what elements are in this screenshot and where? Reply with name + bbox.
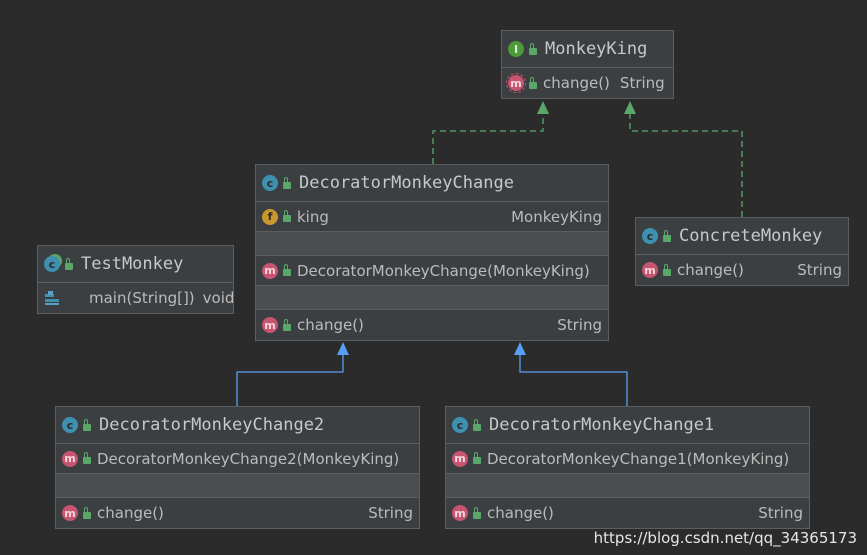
public-lock-icon <box>283 264 291 276</box>
method-type: String <box>758 504 803 522</box>
node-decorator-monkey-change[interactable]: c DecoratorMonkeyChange f king MonkeyKin… <box>255 164 609 341</box>
method-type: void <box>202 289 235 307</box>
extends-edge-decorator1 <box>514 342 628 406</box>
method-icon: m <box>452 450 468 467</box>
method-name: change() <box>677 261 744 279</box>
public-lock-icon <box>473 452 481 464</box>
field-row[interactable]: f king MonkeyKing <box>256 202 608 232</box>
static-method-icon <box>44 290 60 306</box>
empty-section <box>446 474 809 498</box>
constructor-name: DecoratorMonkeyChange(MonkeyKing) <box>297 261 590 280</box>
node-title: DecoratorMonkeyChange <box>299 173 514 193</box>
public-lock-icon <box>83 452 91 464</box>
node-title: DecoratorMonkeyChange1 <box>489 415 715 435</box>
class-icon: c <box>62 417 78 433</box>
method-row[interactable]: m change() String <box>56 498 419 528</box>
node-title: ConcreteMonkey <box>679 226 823 246</box>
public-lock-icon <box>663 263 671 276</box>
node-monkey-king[interactable]: I MonkeyKing m change() String <box>501 30 674 99</box>
method-type: String <box>797 261 842 279</box>
node-header: c DecoratorMonkeyChange1 <box>446 407 809 444</box>
public-lock-icon <box>473 506 481 519</box>
method-icon: m <box>62 450 78 467</box>
node-header: c TestMonkey <box>38 246 233 283</box>
public-lock-icon <box>529 42 537 55</box>
public-lock-icon <box>83 506 91 519</box>
watermark-text: https://blog.csdn.net/qq_34365173 <box>593 529 857 547</box>
constructor-row[interactable]: m DecoratorMonkeyChange2(MonkeyKing) <box>56 444 419 474</box>
method-name: main(String[]) <box>89 289 195 307</box>
private-lock-icon <box>283 210 291 222</box>
implements-edge-concrete <box>624 101 743 217</box>
method-icon: m <box>262 262 278 279</box>
node-header: c ConcreteMonkey <box>636 218 848 255</box>
abstract-method-icon: m <box>506 73 526 93</box>
class-icon: c <box>452 417 468 433</box>
node-concrete-monkey[interactable]: c ConcreteMonkey m change() String <box>635 217 849 286</box>
field-name: king <box>297 207 329 226</box>
method-icon: m <box>62 505 78 521</box>
constructor-name: DecoratorMonkeyChange2(MonkeyKing) <box>97 449 400 468</box>
node-title: MonkeyKing <box>545 39 648 59</box>
method-icon: m <box>262 317 278 333</box>
empty-section <box>56 474 419 498</box>
class-icon: c <box>262 175 278 191</box>
constructor-row[interactable]: m DecoratorMonkeyChange1(MonkeyKing) <box>446 444 809 474</box>
interface-icon: I <box>508 41 524 57</box>
method-row[interactable]: m change() String <box>636 255 848 285</box>
node-title: DecoratorMonkeyChange2 <box>99 415 325 435</box>
field-type: MonkeyKing <box>511 207 602 226</box>
node-test-monkey[interactable]: c TestMonkey main(String[]) void <box>37 245 234 314</box>
constructor-row[interactable]: m DecoratorMonkeyChange(MonkeyKing) <box>256 256 608 286</box>
node-title: TestMonkey <box>81 254 184 274</box>
public-lock-icon <box>663 229 671 242</box>
public-lock-icon <box>83 418 91 431</box>
node-decorator-monkey-change2[interactable]: c DecoratorMonkeyChange2 m DecoratorMonk… <box>55 406 420 529</box>
method-type: String <box>557 316 602 334</box>
method-name: change() <box>543 74 610 92</box>
method-name: change() <box>297 316 364 334</box>
class-icon: c <box>642 228 658 244</box>
runnable-class-icon: c <box>44 256 60 272</box>
public-lock-icon <box>529 76 537 89</box>
constructor-name: DecoratorMonkeyChange1(MonkeyKing) <box>487 449 790 468</box>
extends-edge-decorator2 <box>236 342 349 406</box>
node-header: I MonkeyKing <box>502 31 673 68</box>
public-lock-icon <box>473 418 481 431</box>
method-row[interactable]: m change() String <box>446 498 809 528</box>
method-name: change() <box>487 504 554 522</box>
implements-edge-decorator <box>432 101 549 164</box>
node-decorator-monkey-change1[interactable]: c DecoratorMonkeyChange1 m DecoratorMonk… <box>445 406 810 529</box>
method-icon: m <box>452 505 468 521</box>
method-row[interactable]: m change() String <box>502 68 673 98</box>
method-name: change() <box>97 504 164 522</box>
method-row[interactable]: m change() String <box>256 310 608 340</box>
empty-section <box>256 286 608 310</box>
public-lock-icon <box>283 318 291 331</box>
method-row[interactable]: main(String[]) void <box>38 283 235 313</box>
method-type: String <box>619 74 665 92</box>
empty-section <box>256 232 608 256</box>
method-type: String <box>368 504 413 522</box>
public-lock-icon <box>65 257 73 270</box>
public-lock-icon <box>283 176 291 189</box>
node-header: c DecoratorMonkeyChange <box>256 165 608 202</box>
method-icon: m <box>642 262 658 278</box>
field-icon: f <box>262 208 278 225</box>
node-header: c DecoratorMonkeyChange2 <box>56 407 419 444</box>
